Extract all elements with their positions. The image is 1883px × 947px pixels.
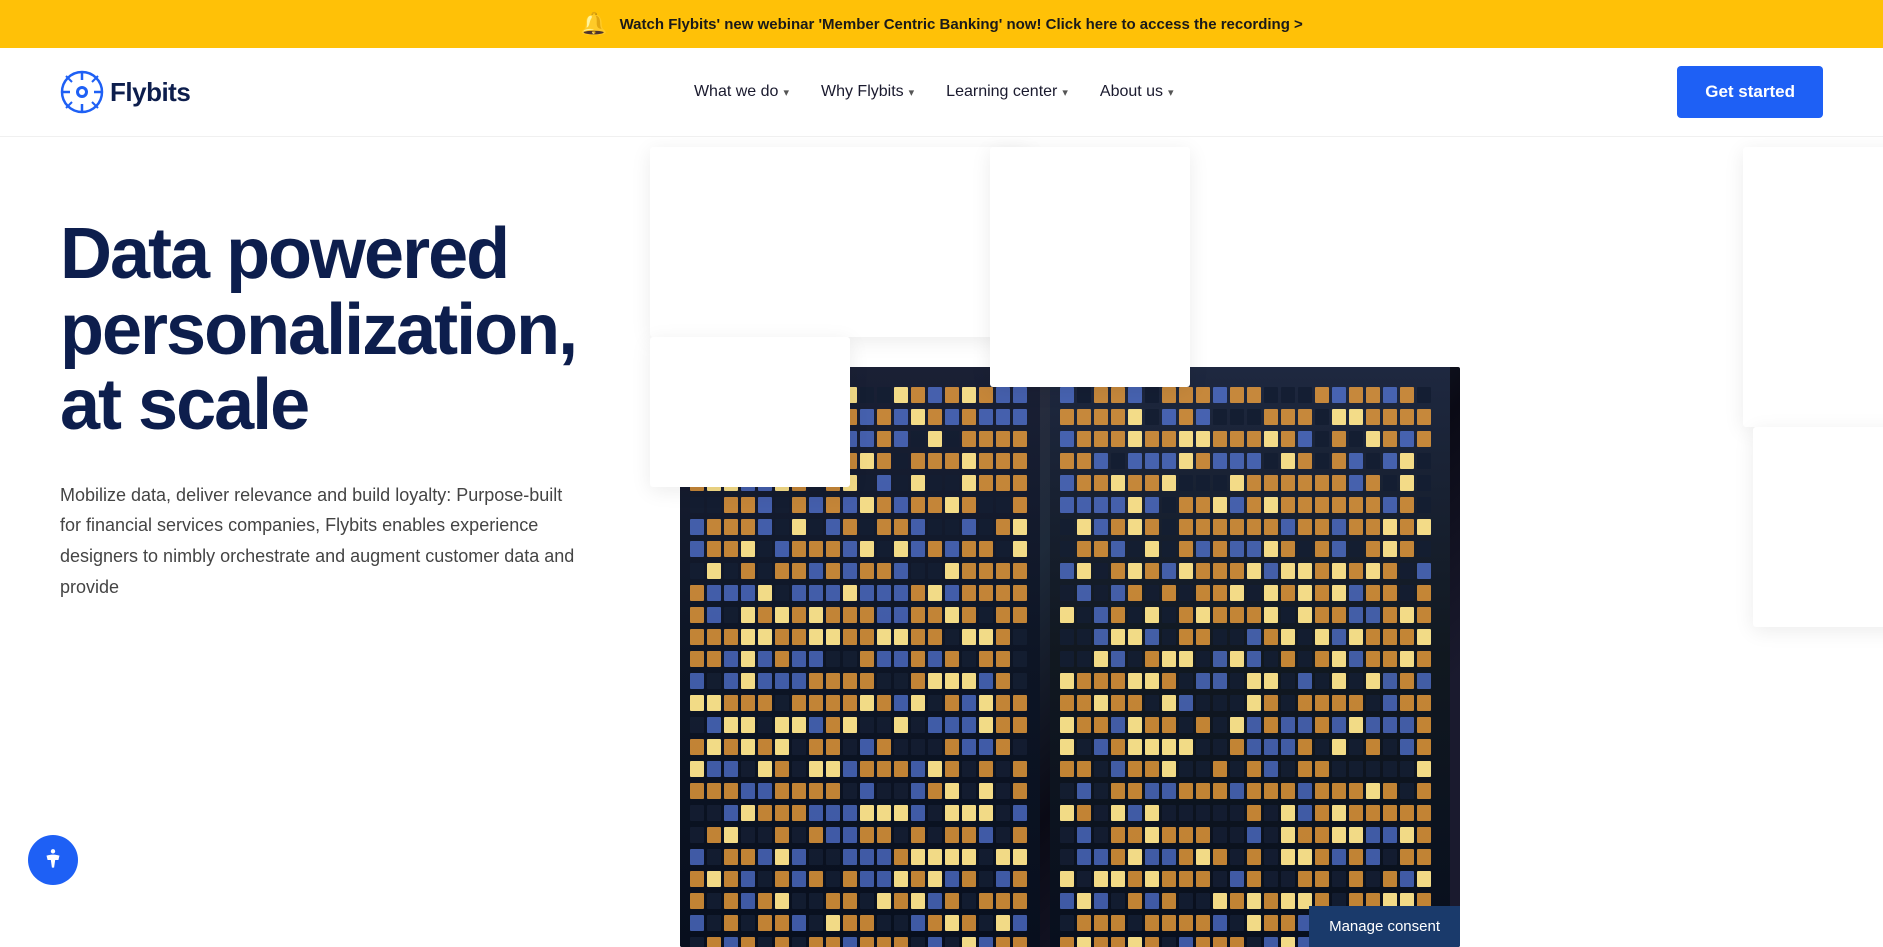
accessibility-button[interactable] (28, 835, 78, 885)
nav-label-what-we-do: What we do (694, 83, 778, 101)
chevron-down-icon: ▾ (783, 86, 789, 99)
hero-subtitle: Mobilize data, deliver relevance and bui… (60, 480, 580, 602)
chevron-down-icon: ▾ (909, 86, 915, 99)
chevron-down-icon: ▾ (1168, 86, 1174, 99)
deco-rect-5 (1753, 427, 1883, 627)
nav-label-about-us: About us (1100, 83, 1163, 101)
deco-rect-3 (650, 337, 850, 487)
nav-item-learning-center[interactable]: Learning center ▾ (946, 83, 1068, 101)
logo-area[interactable]: Flybits (60, 70, 190, 114)
logo-icon (60, 70, 104, 114)
right-building (1050, 367, 1450, 947)
hero-image-area: Manage consent (680, 137, 1883, 947)
announcement-text[interactable]: Watch Flybits' new webinar 'Member Centr… (620, 16, 1303, 33)
nav-links: What we do ▾ Why Flybits ▾ Learning cent… (694, 83, 1174, 101)
deco-rect-4 (1743, 147, 1883, 427)
nav-item-what-we-do[interactable]: What we do ▾ (694, 83, 789, 101)
accessibility-icon (40, 847, 66, 873)
logo-text: Flybits (110, 77, 190, 108)
deco-rect-1 (650, 147, 1030, 337)
navbar: Flybits What we do ▾ Why Flybits ▾ Learn… (0, 48, 1883, 137)
chevron-down-icon: ▾ (1062, 86, 1068, 99)
bell-icon: 🔔 (580, 11, 607, 37)
nav-label-why-flybits: Why Flybits (821, 83, 904, 101)
hero-content: Data powered personalization, at scale M… (0, 137, 680, 947)
nav-item-about-us[interactable]: About us ▾ (1100, 83, 1174, 101)
windows-right (1060, 387, 1431, 947)
get-started-button[interactable]: Get started (1677, 66, 1823, 118)
nav-item-why-flybits[interactable]: Why Flybits ▾ (821, 83, 914, 101)
manage-consent-button[interactable]: Manage consent (1309, 906, 1460, 947)
nav-label-learning-center: Learning center (946, 83, 1057, 101)
hero-title: Data powered personalization, at scale (60, 217, 620, 444)
hero-section: Data powered personalization, at scale M… (0, 137, 1883, 947)
announcement-bar[interactable]: 🔔 Watch Flybits' new webinar 'Member Cen… (0, 0, 1883, 48)
deco-rect-2 (990, 147, 1190, 387)
